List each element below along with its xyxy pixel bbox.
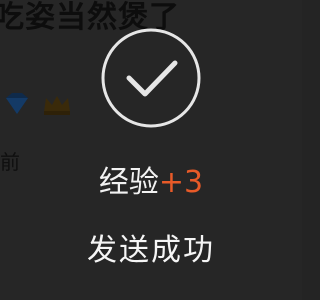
success-toast: 经验+3 发送成功 [0, 0, 302, 300]
experience-value: +3 [158, 165, 204, 200]
screen: 吃姿当然煲了 前 经验+3 发送成功 [0, 0, 302, 300]
toast-message: 发送成功 [87, 233, 215, 268]
experience-label: 经验 [98, 165, 159, 200]
check-circle-icon [101, 28, 201, 128]
experience-gain: 经验+3 [0, 161, 302, 205]
